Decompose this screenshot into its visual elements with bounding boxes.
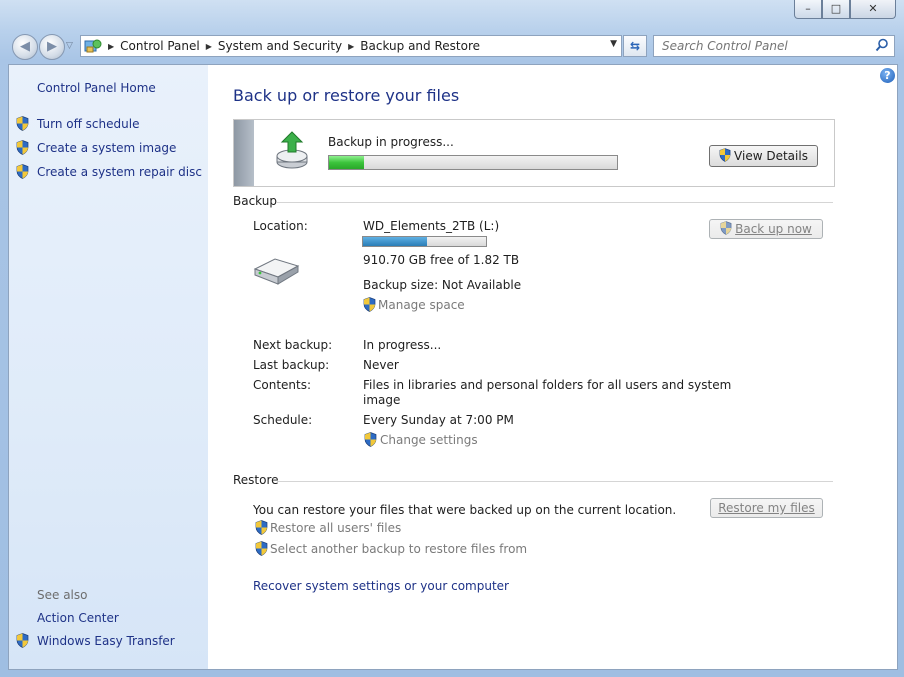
breadcrumb-control-panel[interactable]: Control Panel <box>120 39 200 53</box>
disk-usage-fill <box>363 237 427 246</box>
address-bar[interactable]: ▶ Control Panel ▶ System and Security ▶ … <box>80 35 622 57</box>
contents-label: Contents: <box>253 378 312 392</box>
backup-running-icon <box>274 130 310 173</box>
recent-pages-dropdown[interactable]: ▽ <box>66 41 73 51</box>
address-dropdown-icon[interactable]: ▼ <box>610 39 617 49</box>
uac-shield-icon <box>719 147 731 165</box>
page-title: Back up or restore your files <box>233 86 460 105</box>
uac-shield-icon <box>364 432 377 447</box>
restore-description: You can restore your files that were bac… <box>253 503 677 517</box>
forward-button[interactable]: ▶ <box>39 34 65 60</box>
backup-in-progress-label: Backup in progress... <box>328 135 454 149</box>
sidebar-item-windows-easy-transfer[interactable]: Windows Easy Transfer <box>37 634 175 648</box>
backup-section-title: Backup <box>233 194 277 208</box>
back-button[interactable]: ◀ <box>12 34 38 60</box>
window-controls: – □ ✕ <box>794 0 896 19</box>
window-frame: – □ ✕ ◀ ▶ ▽ ▶ Control Panel ▶ System and… <box>0 0 904 677</box>
view-details-button[interactable]: View Details <box>709 145 818 167</box>
maximize-button[interactable]: □ <box>822 0 850 19</box>
control-panel-icon <box>84 38 102 54</box>
breadcrumb-system-and-security[interactable]: System and Security <box>218 39 342 53</box>
location-label: Location: <box>253 219 308 233</box>
sidebar-item-create-repair-disc[interactable]: Create a system repair disc <box>37 165 202 179</box>
back-up-now-button[interactable]: Back up now <box>709 219 823 239</box>
contents-value-line2: image <box>363 393 401 407</box>
search-box <box>653 35 895 57</box>
location-value: WD_Elements_2TB (L:) <box>363 219 500 233</box>
back-up-now-label: Back up now <box>735 222 812 236</box>
sidebar: Control Panel Home Turn off schedule Cre… <box>9 65 208 669</box>
refresh-button[interactable]: ⇆ <box>623 35 647 57</box>
breadcrumb-separator-icon[interactable]: ▶ <box>348 42 354 51</box>
restore-my-files-label: Restore my files <box>718 501 815 515</box>
sidebar-item-action-center[interactable]: Action Center <box>37 611 119 625</box>
uac-shield-icon <box>16 116 29 131</box>
minimize-button[interactable]: – <box>794 0 822 19</box>
change-settings-link[interactable]: Change settings <box>380 433 478 447</box>
windows-easy-transfer-icon <box>16 633 29 648</box>
backup-progress-fill <box>329 156 364 169</box>
recover-system-link[interactable]: Recover system settings or your computer <box>253 579 509 593</box>
uac-shield-icon <box>16 140 29 155</box>
progress-strip <box>234 120 254 186</box>
manage-space-link[interactable]: Manage space <box>378 298 465 312</box>
content-area: Control Panel Home Turn off schedule Cre… <box>8 64 898 670</box>
sidebar-item-turn-off-schedule[interactable]: Turn off schedule <box>37 117 139 131</box>
view-details-label: View Details <box>734 149 808 163</box>
uac-shield-icon <box>255 541 268 556</box>
arrow-right-icon: ▶ <box>47 39 57 54</box>
restore-all-users-link[interactable]: Restore all users' files <box>270 521 401 535</box>
sidebar-item-control-panel-home[interactable]: Control Panel Home <box>37 81 156 95</box>
select-another-backup-link[interactable]: Select another backup to restore files f… <box>270 542 527 556</box>
see-also-heading: See also <box>37 588 88 602</box>
uac-shield-icon <box>16 164 29 179</box>
backup-size-text: Backup size: Not Available <box>363 278 522 292</box>
restore-section-title: Restore <box>233 473 279 487</box>
backup-progress-bar <box>328 155 618 170</box>
contents-value-line1: Files in libraries and personal folders … <box>363 378 732 392</box>
uac-shield-icon <box>363 297 376 312</box>
sidebar-item-create-system-image[interactable]: Create a system image <box>37 141 176 155</box>
uac-shield-icon <box>255 520 268 535</box>
close-button[interactable]: ✕ <box>850 0 896 19</box>
breadcrumb-backup-and-restore[interactable]: Backup and Restore <box>360 39 480 53</box>
breadcrumb-separator-icon[interactable]: ▶ <box>108 42 114 51</box>
schedule-value: Every Sunday at 7:00 PM <box>363 413 514 427</box>
last-backup-value: Never <box>363 358 399 372</box>
main-panel: Back up or restore your files Backup in … <box>208 65 897 669</box>
refresh-icon: ⇆ <box>629 39 641 53</box>
search-input[interactable] <box>660 36 874 56</box>
section-divider <box>277 202 833 203</box>
backup-progress-panel: Backup in progress... View Details <box>233 119 835 187</box>
free-space-text: 910.70 GB free of 1.82 TB <box>363 253 520 267</box>
restore-my-files-button[interactable]: Restore my files <box>710 498 823 518</box>
external-drive-icon <box>251 255 301 290</box>
section-divider <box>277 481 833 482</box>
last-backup-label: Last backup: <box>253 358 330 372</box>
disk-usage-bar <box>362 236 487 247</box>
next-backup-value: In progress... <box>363 338 442 352</box>
uac-shield-icon <box>720 220 732 238</box>
search-icon[interactable] <box>875 38 889 55</box>
arrow-left-icon: ◀ <box>20 39 30 54</box>
next-backup-label: Next backup: <box>253 338 333 352</box>
breadcrumb-separator-icon[interactable]: ▶ <box>206 42 212 51</box>
schedule-label: Schedule: <box>253 413 313 427</box>
